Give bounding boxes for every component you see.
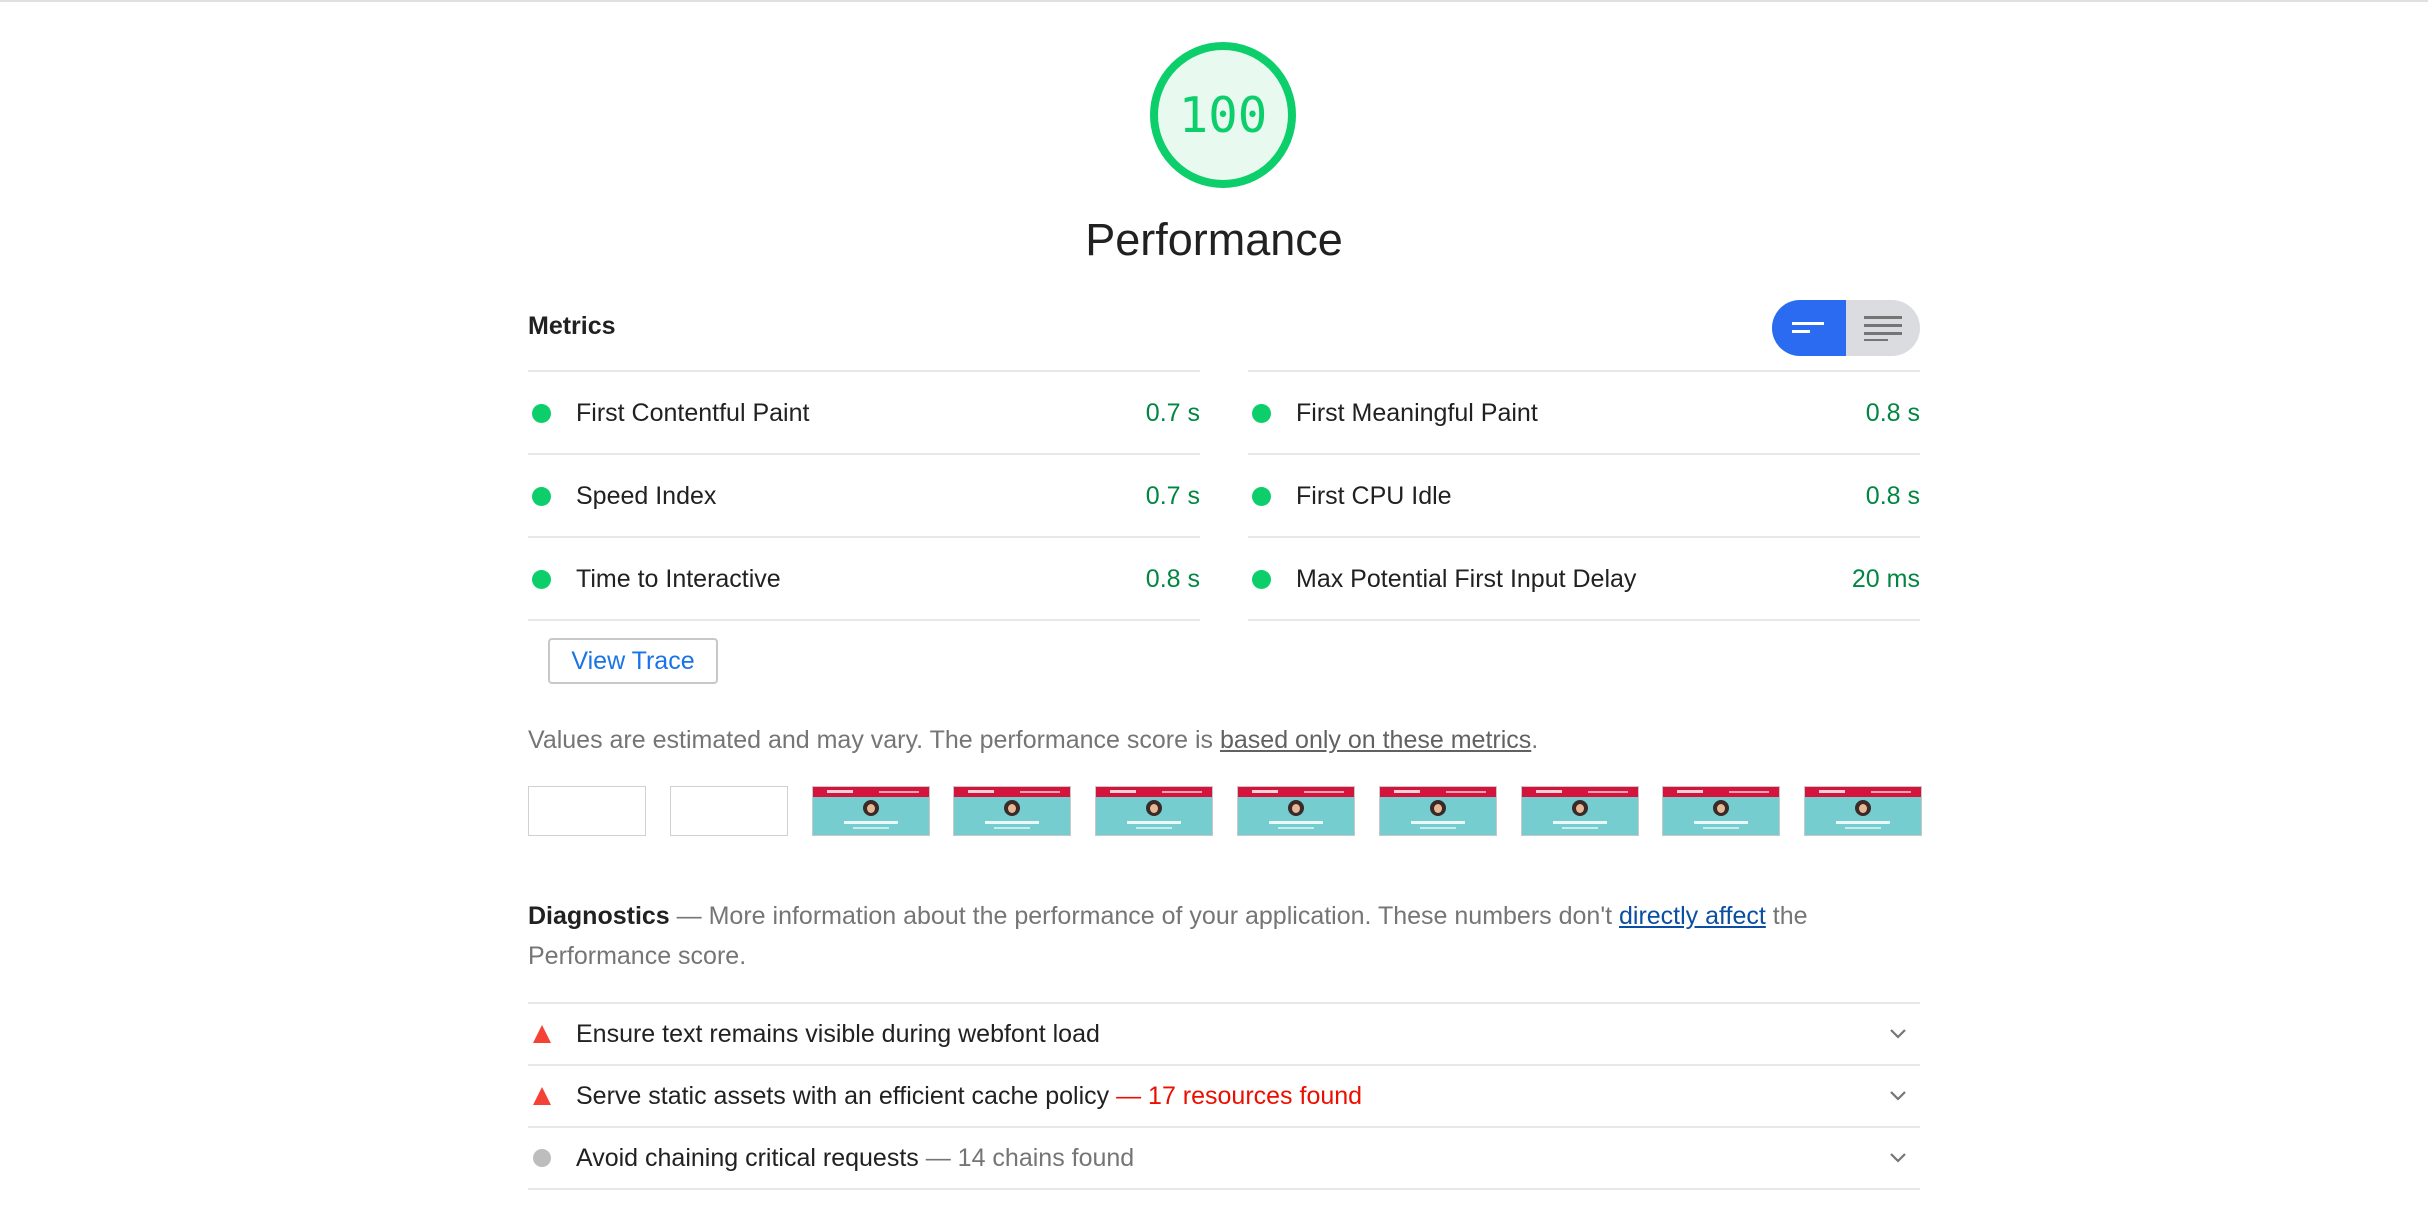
neutral-circle-icon [533,1149,551,1167]
metric-row: Speed Index 0.7 s [528,453,1200,536]
filmstrip-frame-loaded [1662,786,1780,836]
view-trace-button[interactable]: View Trace [548,638,718,684]
audit-label: Ensure text remains visible during webfo… [576,1020,1100,1049]
audit-title: Avoid chaining critical requests [576,1144,919,1172]
audit-label: Avoid chaining critical requests — 14 ch… [576,1144,1134,1173]
metric-label: Max Potential First Input Delay [1296,565,1637,593]
metric-value: 0.7 s [1145,399,1200,427]
filmstrip [528,786,1922,838]
estimated-note-text: Values are estimated and may vary. The p… [528,726,1220,754]
diagnostics-title: Diagnostics [528,902,670,930]
metrics-column-right: First Meaningful Paint 0.8 s First CPU I… [1248,370,1920,621]
diagnostics-audit-list: Ensure text remains visible during webfo… [528,1002,1920,1190]
pass-indicator-icon [532,404,551,423]
filmstrip-frame-loaded [1237,786,1355,836]
metrics-info-link[interactable]: based only on these metrics [1220,726,1531,754]
diagnostics-dash: — [676,902,702,930]
metrics-view-toggle[interactable] [1772,300,1920,356]
view-list-icon[interactable] [1846,300,1920,356]
filmstrip-frame-blank [528,786,646,836]
filmstrip-frame-loaded [812,786,930,836]
audit-display-value: — 14 chains found [925,1144,1135,1172]
audit-row[interactable]: Ensure text remains visible during webfo… [528,1002,1920,1064]
metric-value: 0.7 s [1145,482,1200,510]
metric-row: Time to Interactive 0.8 s [528,536,1200,621]
pass-indicator-icon [1252,570,1271,589]
metrics-column-left: First Contentful Paint 0.7 s Speed Index… [528,370,1200,621]
pass-indicator-icon [1252,404,1271,423]
performance-score-gauge: 100 [1148,40,1298,190]
filmstrip-frame-loaded [1521,786,1639,836]
filmstrip-frame-blank [670,786,788,836]
top-border [0,0,2428,2]
metric-row: First CPU Idle 0.8 s [1248,453,1920,536]
audit-display-value: — 17 resources found [1116,1082,1363,1110]
metric-label: First Meaningful Paint [1296,399,1538,427]
pass-indicator-icon [1252,487,1271,506]
chevron-down-icon[interactable] [1888,1024,1908,1044]
metric-label: First Contentful Paint [576,399,810,427]
metric-row: First Meaningful Paint 0.8 s [1248,370,1920,453]
audit-title: Ensure text remains visible during webfo… [576,1020,1100,1048]
diagnostics-description: Diagnostics — More information about the… [528,896,1920,976]
audit-row[interactable]: Avoid chaining critical requests — 14 ch… [528,1126,1920,1190]
metrics-title: Metrics [528,312,616,340]
metric-value: 0.8 s [1865,482,1920,510]
chevron-down-icon[interactable] [1888,1148,1908,1168]
view-opportunities-icon[interactable] [1772,300,1846,356]
metric-value: 0.8 s [1865,399,1920,427]
score-title: Performance [1085,214,1343,265]
metrics-header: Metrics [528,300,1920,370]
audit-label: Serve static assets with an efficient ca… [576,1082,1362,1111]
metric-row: First Contentful Paint 0.7 s [528,370,1200,453]
pass-indicator-icon [532,487,551,506]
directly-affect-link[interactable]: directly affect [1619,902,1766,930]
fail-triangle-icon [533,1025,551,1043]
score-value: 100 [1178,86,1268,144]
metric-value: 0.8 s [1145,565,1200,593]
metric-label: Time to Interactive [576,565,781,593]
fail-triangle-icon [533,1087,551,1105]
metric-label: First CPU Idle [1296,482,1452,510]
metric-label: Speed Index [576,482,717,510]
chevron-down-icon[interactable] [1888,1086,1908,1106]
filmstrip-frame-loaded [953,786,1071,836]
pass-indicator-icon [532,570,551,589]
metric-value: 20 ms [1851,565,1920,593]
filmstrip-frame-loaded [1095,786,1213,836]
audit-title: Serve static assets with an efficient ca… [576,1082,1110,1110]
metric-row: Max Potential First Input Delay 20 ms [1248,536,1920,621]
filmstrip-frame-loaded [1804,786,1922,836]
diagnostics-text: More information about the performance o… [708,902,1619,930]
estimated-note: Values are estimated and may vary. The p… [528,726,1538,755]
estimated-note-suffix: . [1531,726,1539,754]
audit-row[interactable]: Serve static assets with an efficient ca… [528,1064,1920,1126]
filmstrip-frame-loaded [1379,786,1497,836]
